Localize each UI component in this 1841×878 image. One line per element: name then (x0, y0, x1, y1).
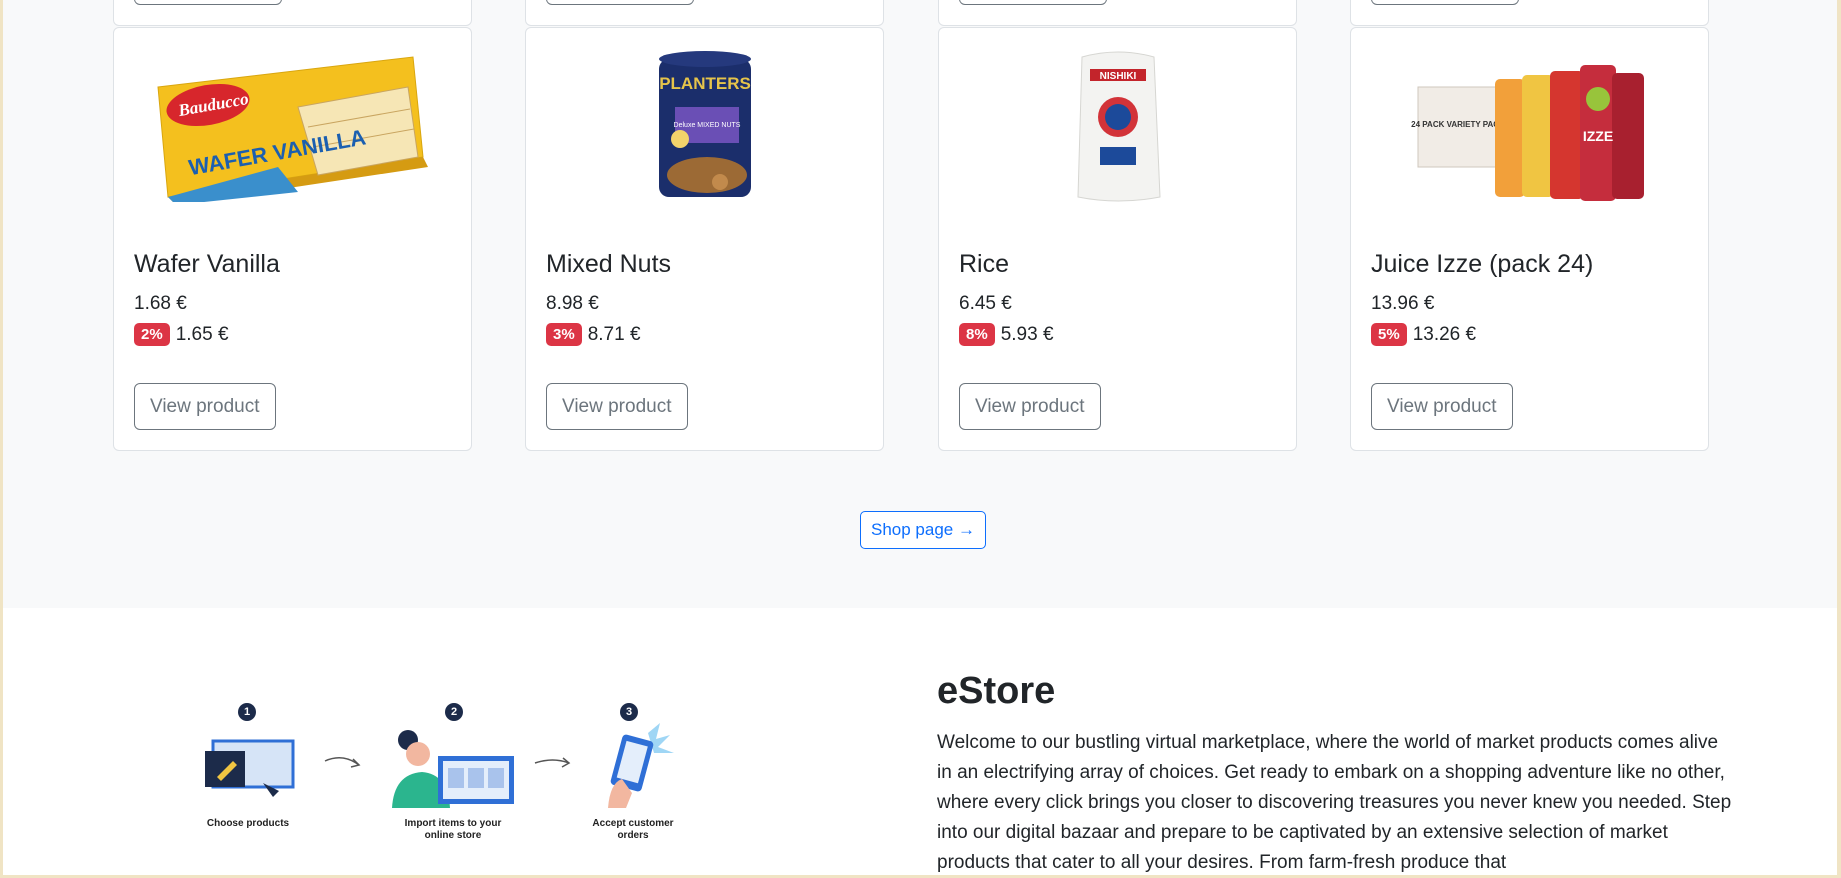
choose-products-icon (205, 739, 295, 797)
view-product-button[interactable] (1371, 0, 1519, 5)
import-items-icon (392, 730, 514, 808)
product-sale: 5% 13.26 € (1371, 323, 1476, 346)
product-price: 8.98 € (546, 293, 599, 314)
product-image-text: Deluxe MIXED NUTS (673, 122, 740, 129)
about-title: eStore (937, 670, 1056, 712)
sale-price: 5.93 € (1000, 323, 1054, 345)
product-image-text: 24 PACK VARIETY PACK (1411, 120, 1505, 129)
product-card-juice-izze: 24 PACK VARIETY PACK IZZE Juice Izze (pa… (1350, 27, 1709, 451)
step-label: Choose products (206, 818, 290, 829)
view-product-button[interactable]: View product (546, 383, 688, 430)
view-product-button[interactable]: View product (959, 383, 1101, 430)
step-label: Accept customer orders (592, 818, 674, 841)
about-text: Welcome to our bustling virtual marketpl… (937, 732, 1732, 873)
discount-badge: 8% (959, 323, 995, 346)
about-section: 1 Choose products 2 Import items to your… (3, 608, 1837, 875)
product-sale: 8% 5.93 € (959, 323, 1054, 346)
view-product-button[interactable]: View product (1371, 383, 1513, 430)
product-card-wafer-vanilla: Bauducco WAFER VANILLA Wafer Vanilla 1.6… (113, 27, 472, 451)
view-product-button[interactable] (546, 0, 694, 5)
product-card-rice: NISHIKI Rice 6.45 € 8% 5.93 € View produ… (938, 27, 1297, 451)
product-price: 1.68 € (134, 293, 187, 314)
view-product-button[interactable] (959, 0, 1107, 5)
product-title: Mixed Nuts (546, 250, 672, 278)
view-product-button[interactable] (134, 0, 282, 5)
accept-orders-icon (608, 723, 674, 808)
product-image[interactable]: NISHIKI (959, 44, 1276, 204)
product-price: 6.45 € (959, 293, 1012, 314)
product-image-brand: PLANTERS (659, 74, 751, 93)
product-image-brand: NISHIKI (1099, 71, 1136, 82)
discount-badge: 5% (1371, 323, 1407, 346)
product-card-previous (938, 0, 1297, 26)
product-card-mixed-nuts: PLANTERS Deluxe MIXED NUTS Mixed Nuts 8.… (525, 27, 884, 451)
step-number: 1 (238, 703, 256, 721)
product-image[interactable]: 24 PACK VARIETY PACK IZZE (1371, 44, 1688, 204)
product-image[interactable]: PLANTERS Deluxe MIXED NUTS (546, 44, 863, 204)
product-card-previous (1350, 0, 1709, 26)
product-title: Wafer Vanilla (134, 250, 280, 278)
product-image[interactable]: Bauducco WAFER VANILLA (134, 44, 451, 204)
step-label: Import items to your online store (404, 818, 502, 841)
step-number: 3 (620, 703, 638, 721)
product-card-previous (525, 0, 884, 26)
products-section: Bauducco WAFER VANILLA Wafer Vanilla 1.6… (3, 0, 1837, 608)
product-card-previous (113, 0, 472, 26)
sale-price: 13.26 € (1412, 323, 1477, 345)
step-number: 2 (445, 703, 463, 721)
page-frame: Bauducco WAFER VANILLA Wafer Vanilla 1.6… (3, 0, 1837, 875)
arrow-right-icon (324, 757, 361, 768)
view-product-button[interactable]: View product (134, 383, 276, 430)
discount-badge: 3% (546, 323, 582, 346)
product-sale: 3% 8.71 € (546, 323, 641, 346)
discount-badge: 2% (134, 323, 170, 346)
product-title: Rice (959, 250, 1010, 278)
product-title: Juice Izze (pack 24) (1371, 250, 1594, 278)
sale-price: 1.65 € (175, 323, 229, 345)
product-sale: 2% 1.65 € (134, 323, 229, 346)
steps-illustration: 1 Choose products 2 Import items to your… (193, 698, 693, 875)
product-price: 13.96 € (1371, 293, 1435, 314)
arrow-right-icon (534, 757, 571, 768)
sale-price: 8.71 € (587, 323, 641, 345)
product-image-brand: IZZE (1582, 128, 1612, 144)
shop-page-button[interactable]: Shop page → (860, 511, 986, 549)
